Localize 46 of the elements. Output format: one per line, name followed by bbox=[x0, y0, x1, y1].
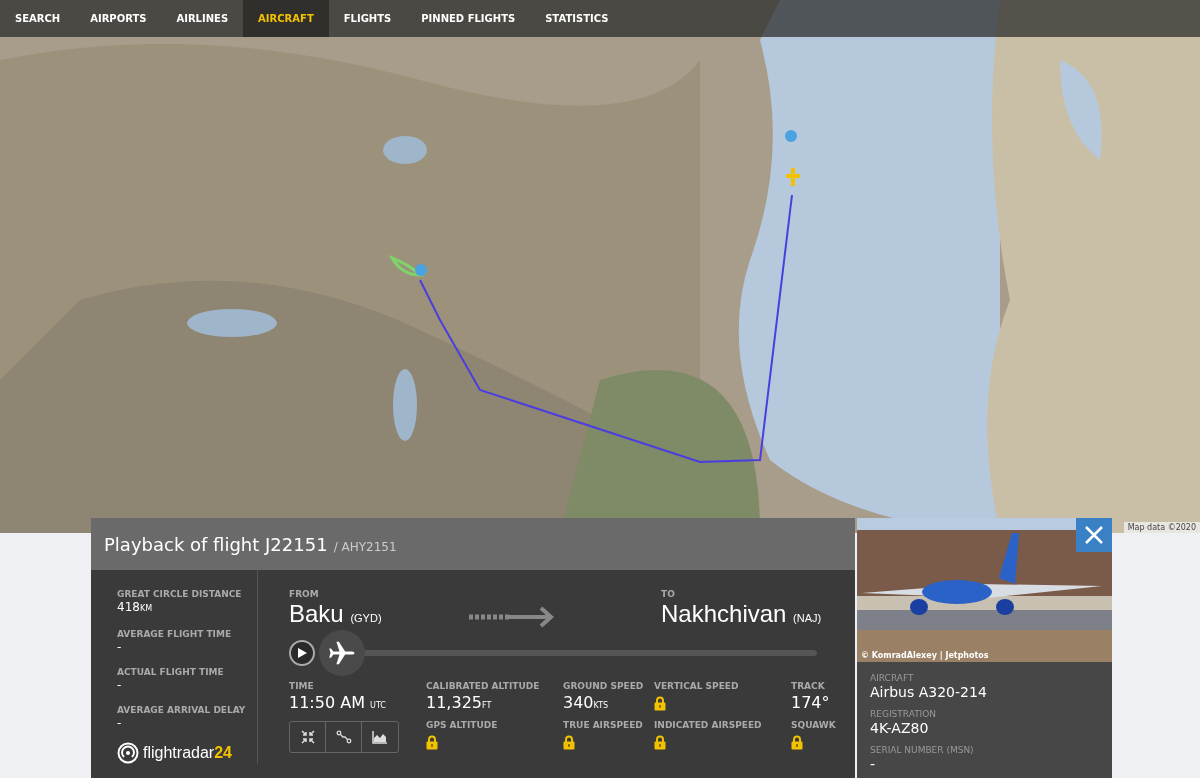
field-value: Airbus A320-214 bbox=[870, 684, 988, 700]
stat-value: 340KTS bbox=[563, 692, 610, 714]
stat-label: GPS ALTITUDE bbox=[426, 719, 499, 731]
play-icon bbox=[296, 647, 308, 659]
time-value: 11:50 AM UTC bbox=[289, 692, 387, 714]
lock-icon bbox=[654, 696, 666, 711]
arrow-icon bbox=[469, 606, 555, 628]
field-label: REGISTRATION bbox=[870, 708, 938, 720]
stat-label: VERTICAL SPEED bbox=[654, 680, 740, 692]
stat-label: GROUND SPEED bbox=[563, 680, 645, 692]
origin-city: Baku (GYD) bbox=[289, 600, 383, 628]
stat-value: 418KM bbox=[117, 600, 154, 616]
stat-label: AVERAGE ARRIVAL DELAY bbox=[117, 704, 247, 716]
field-label: SERIAL NUMBER (MSN) bbox=[870, 744, 975, 756]
stat-label: AVERAGE FLIGHT TIME bbox=[117, 628, 233, 640]
stat-value: - bbox=[117, 640, 123, 654]
field-value: - bbox=[870, 756, 877, 772]
field-value: 4K-AZ80 bbox=[870, 720, 930, 736]
play-button[interactable] bbox=[289, 640, 315, 666]
stat-label: SQUAWK bbox=[791, 719, 837, 731]
lock-icon bbox=[563, 735, 575, 750]
from-label: FROM bbox=[289, 588, 320, 600]
stat-value: 11,325FT bbox=[426, 692, 493, 714]
stat-label: ACTUAL FLIGHT TIME bbox=[117, 666, 225, 678]
panel-title: Playback of flight J22151 bbox=[104, 534, 328, 555]
field-label: AIRCRAFT bbox=[870, 672, 915, 684]
lock-icon bbox=[791, 735, 803, 750]
to-label: TO bbox=[661, 588, 676, 600]
lock-icon bbox=[426, 735, 438, 750]
photo-credit: © KomradAlexey | Jetphotos bbox=[861, 651, 989, 660]
stat-value: - bbox=[117, 716, 123, 730]
stat-label: INDICATED AIRSPEED bbox=[654, 719, 763, 731]
destination-city: Nakhchivan (NAJ) bbox=[661, 600, 823, 628]
stat-label: TRUE AIRSPEED bbox=[563, 719, 644, 731]
time-label: TIME bbox=[289, 680, 315, 692]
radar-logo-icon bbox=[117, 742, 139, 764]
callsign: / AHY2151 bbox=[333, 540, 397, 554]
stat-label: GREAT CIRCLE DISTANCE bbox=[117, 588, 243, 600]
stat-label: CALIBRATED ALTITUDE bbox=[426, 680, 541, 692]
playback-slider[interactable] bbox=[319, 630, 817, 676]
lock-icon bbox=[654, 735, 666, 750]
logo-text: flightradar24 bbox=[143, 744, 232, 762]
stat-label: TRACK bbox=[791, 680, 826, 692]
stat-value: 174° bbox=[791, 692, 831, 714]
plane-icon[interactable] bbox=[319, 630, 365, 676]
stat-value: - bbox=[117, 678, 123, 692]
